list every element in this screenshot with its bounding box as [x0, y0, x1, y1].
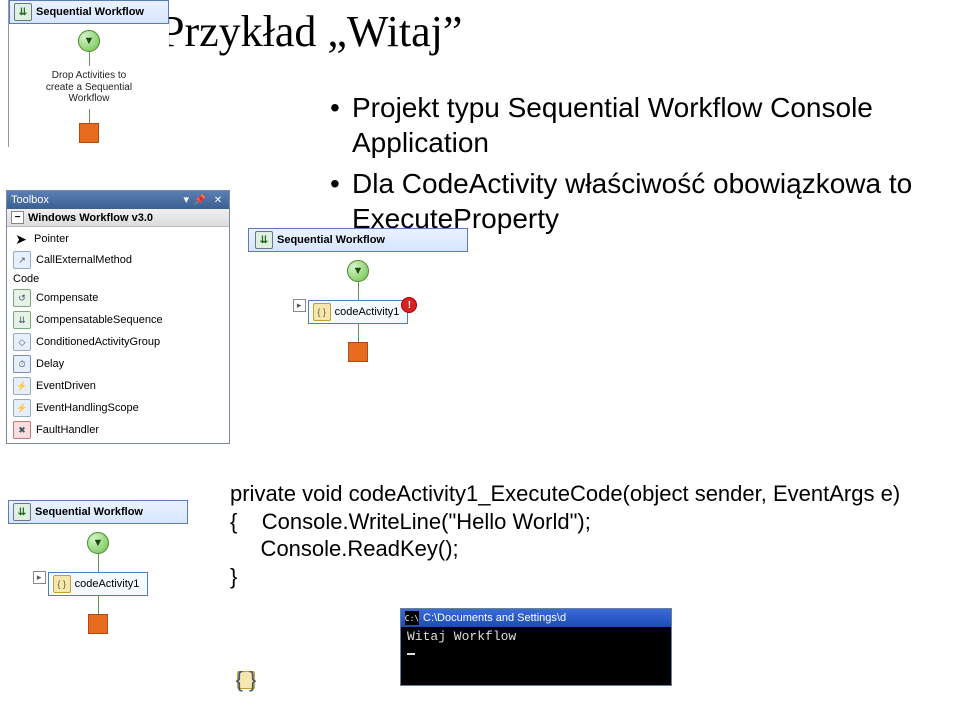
code-activity-node[interactable]: ▸ { } codeActivity1 !: [308, 300, 409, 324]
code-line: { Console.WriteLine("Hello World");: [230, 509, 591, 534]
sequential-workflow-designer-valid[interactable]: ⇊ Sequential Workflow ▼ ▸ { } codeActivi…: [8, 500, 188, 642]
drop-hint-text: Drop Activities to create a Sequential W…: [46, 70, 132, 105]
connector-line: [358, 324, 359, 342]
pin-icon[interactable]: 📌: [193, 193, 207, 207]
sequential-workflow-icon: ⇊: [14, 3, 32, 21]
slide-title: Przykład „Witaj”: [160, 6, 462, 57]
toolbox-item-label: CompensatableSequence: [36, 314, 163, 326]
connector-line: [98, 596, 99, 614]
close-icon[interactable]: ✕: [211, 193, 225, 207]
connector-line: [358, 282, 359, 300]
code-activity-icon: { }: [313, 303, 331, 321]
designer-title-bar: ⇊ Sequential Workflow: [9, 0, 169, 24]
toolbox-item-label: Code: [13, 273, 39, 285]
code-line: Console.ReadKey();: [230, 536, 459, 561]
connector-line: [89, 52, 90, 66]
activity-icon: ⚡: [13, 399, 31, 417]
sequential-workflow-designer-error[interactable]: ⇊ Sequential Workflow ▼ ▸ { } codeActivi…: [248, 228, 468, 370]
activity-icon: ◇: [13, 333, 31, 351]
error-badge-icon[interactable]: !: [401, 297, 417, 313]
collapse-icon[interactable]: −: [11, 211, 24, 224]
activity-name: codeActivity1: [75, 578, 140, 590]
pointer-icon: ➤: [13, 231, 29, 247]
code-activity-icon: { }: [237, 671, 255, 689]
toolbox-item-label: Compensate: [36, 292, 98, 304]
toolbox-item-faulthandler[interactable]: ✖ FaultHandler: [7, 419, 229, 441]
activity-icon: ⇊: [13, 311, 31, 329]
dropdown-icon[interactable]: ▾: [183, 193, 189, 207]
end-node-icon: [88, 614, 108, 634]
activity-icon: ↺: [13, 289, 31, 307]
console-output: Witaj Workflow: [401, 627, 671, 685]
toolbox-panel: Toolbox ▾ 📌 ✕ − Windows Workflow v3.0 ➤ …: [6, 190, 230, 444]
smart-tag-icon[interactable]: ▸: [293, 299, 306, 312]
sequential-workflow-icon: ⇊: [255, 231, 273, 249]
cmd-icon: C:\: [405, 611, 419, 625]
toolbox-title: Toolbox: [11, 194, 49, 206]
start-node-icon: ▼: [78, 30, 100, 52]
toolbox-item-compensatablesequence[interactable]: ⇊ CompensatableSequence: [7, 309, 229, 331]
toolbox-item-conditionedactivitygroup[interactable]: ◇ ConditionedActivityGroup: [7, 331, 229, 353]
designer-title: Sequential Workflow: [35, 506, 143, 518]
toolbox-category-label: Windows Workflow v3.0: [28, 212, 153, 224]
console-window[interactable]: C:\ C:\Documents and Settings\d Witaj Wo…: [400, 608, 672, 686]
connector-line: [98, 554, 99, 572]
toolbox-item-eventhandlingscope[interactable]: ⚡ EventHandlingScope: [7, 397, 229, 419]
toolbox-item-delay[interactable]: ⏱ Delay: [7, 353, 229, 375]
sequential-workflow-icon: ⇊: [13, 503, 31, 521]
bullet-item: Projekt typu Sequential Workflow Console…: [330, 90, 960, 160]
end-node-icon: [348, 342, 368, 362]
code-line: }: [230, 564, 237, 589]
console-line: Witaj Workflow: [407, 629, 516, 644]
end-node-icon: [79, 123, 99, 143]
console-title-bar[interactable]: C:\ C:\Documents and Settings\d: [401, 609, 671, 627]
toolbox-header[interactable]: Toolbox ▾ 📌 ✕: [7, 191, 229, 209]
console-title-text: C:\Documents and Settings\d: [423, 612, 566, 624]
designer-title-bar: ⇊ Sequential Workflow: [248, 228, 468, 252]
toolbox-item-label: FaultHandler: [36, 424, 99, 436]
toolbox-category[interactable]: − Windows Workflow v3.0: [7, 209, 229, 227]
toolbox-item-eventdriven[interactable]: ⚡ EventDriven: [7, 375, 229, 397]
toolbox-item-label: Delay: [36, 358, 64, 370]
designer-title: Sequential Workflow: [277, 234, 385, 246]
designer-title: Sequential Workflow: [36, 6, 144, 18]
code-line: private void codeActivity1_ExecuteCode(o…: [230, 481, 900, 506]
toolbox-item-compensate[interactable]: ↺ Compensate: [7, 287, 229, 309]
toolbox-item-pointer[interactable]: ➤ Pointer: [7, 229, 229, 249]
activity-name: codeActivity1: [335, 306, 400, 318]
fault-icon: ✖: [13, 421, 31, 439]
connector-line: [89, 109, 90, 123]
toolbox-item-callexternalmethod[interactable]: ↗ CallExternalMethod: [7, 249, 229, 271]
activity-icon: ↗: [13, 251, 31, 269]
bullet-item: Dla CodeActivity właściwość obowiązkowa …: [330, 166, 960, 236]
smart-tag-icon[interactable]: ▸: [33, 571, 46, 584]
activity-icon: ⚡: [13, 377, 31, 395]
toolbox-item-code[interactable]: { } Code: [7, 271, 229, 287]
toolbox-item-label: Pointer: [34, 233, 69, 245]
code-activity-icon: { }: [53, 575, 71, 593]
slide-bullets: Projekt typu Sequential Workflow Console…: [290, 90, 960, 242]
toolbox-item-label: ConditionedActivityGroup: [36, 336, 160, 348]
toolbox-item-label: EventDriven: [36, 380, 96, 392]
designer-title-bar: ⇊ Sequential Workflow: [8, 500, 188, 524]
cursor-icon: [407, 653, 415, 655]
code-snippet: private void codeActivity1_ExecuteCode(o…: [230, 480, 900, 590]
toolbox-item-list: ➤ Pointer ↗ CallExternalMethod { } Code …: [7, 227, 229, 443]
delay-icon: ⏱: [13, 355, 31, 373]
start-node-icon: ▼: [87, 532, 109, 554]
toolbox-item-label: CallExternalMethod: [36, 254, 132, 266]
code-activity-node[interactable]: ▸ { } codeActivity1: [48, 572, 149, 596]
start-node-icon: ▼: [347, 260, 369, 282]
toolbox-item-label: EventHandlingScope: [36, 402, 139, 414]
sequential-workflow-designer-empty[interactable]: ⇊ Sequential Workflow ▼ Drop Activities …: [8, 0, 169, 147]
